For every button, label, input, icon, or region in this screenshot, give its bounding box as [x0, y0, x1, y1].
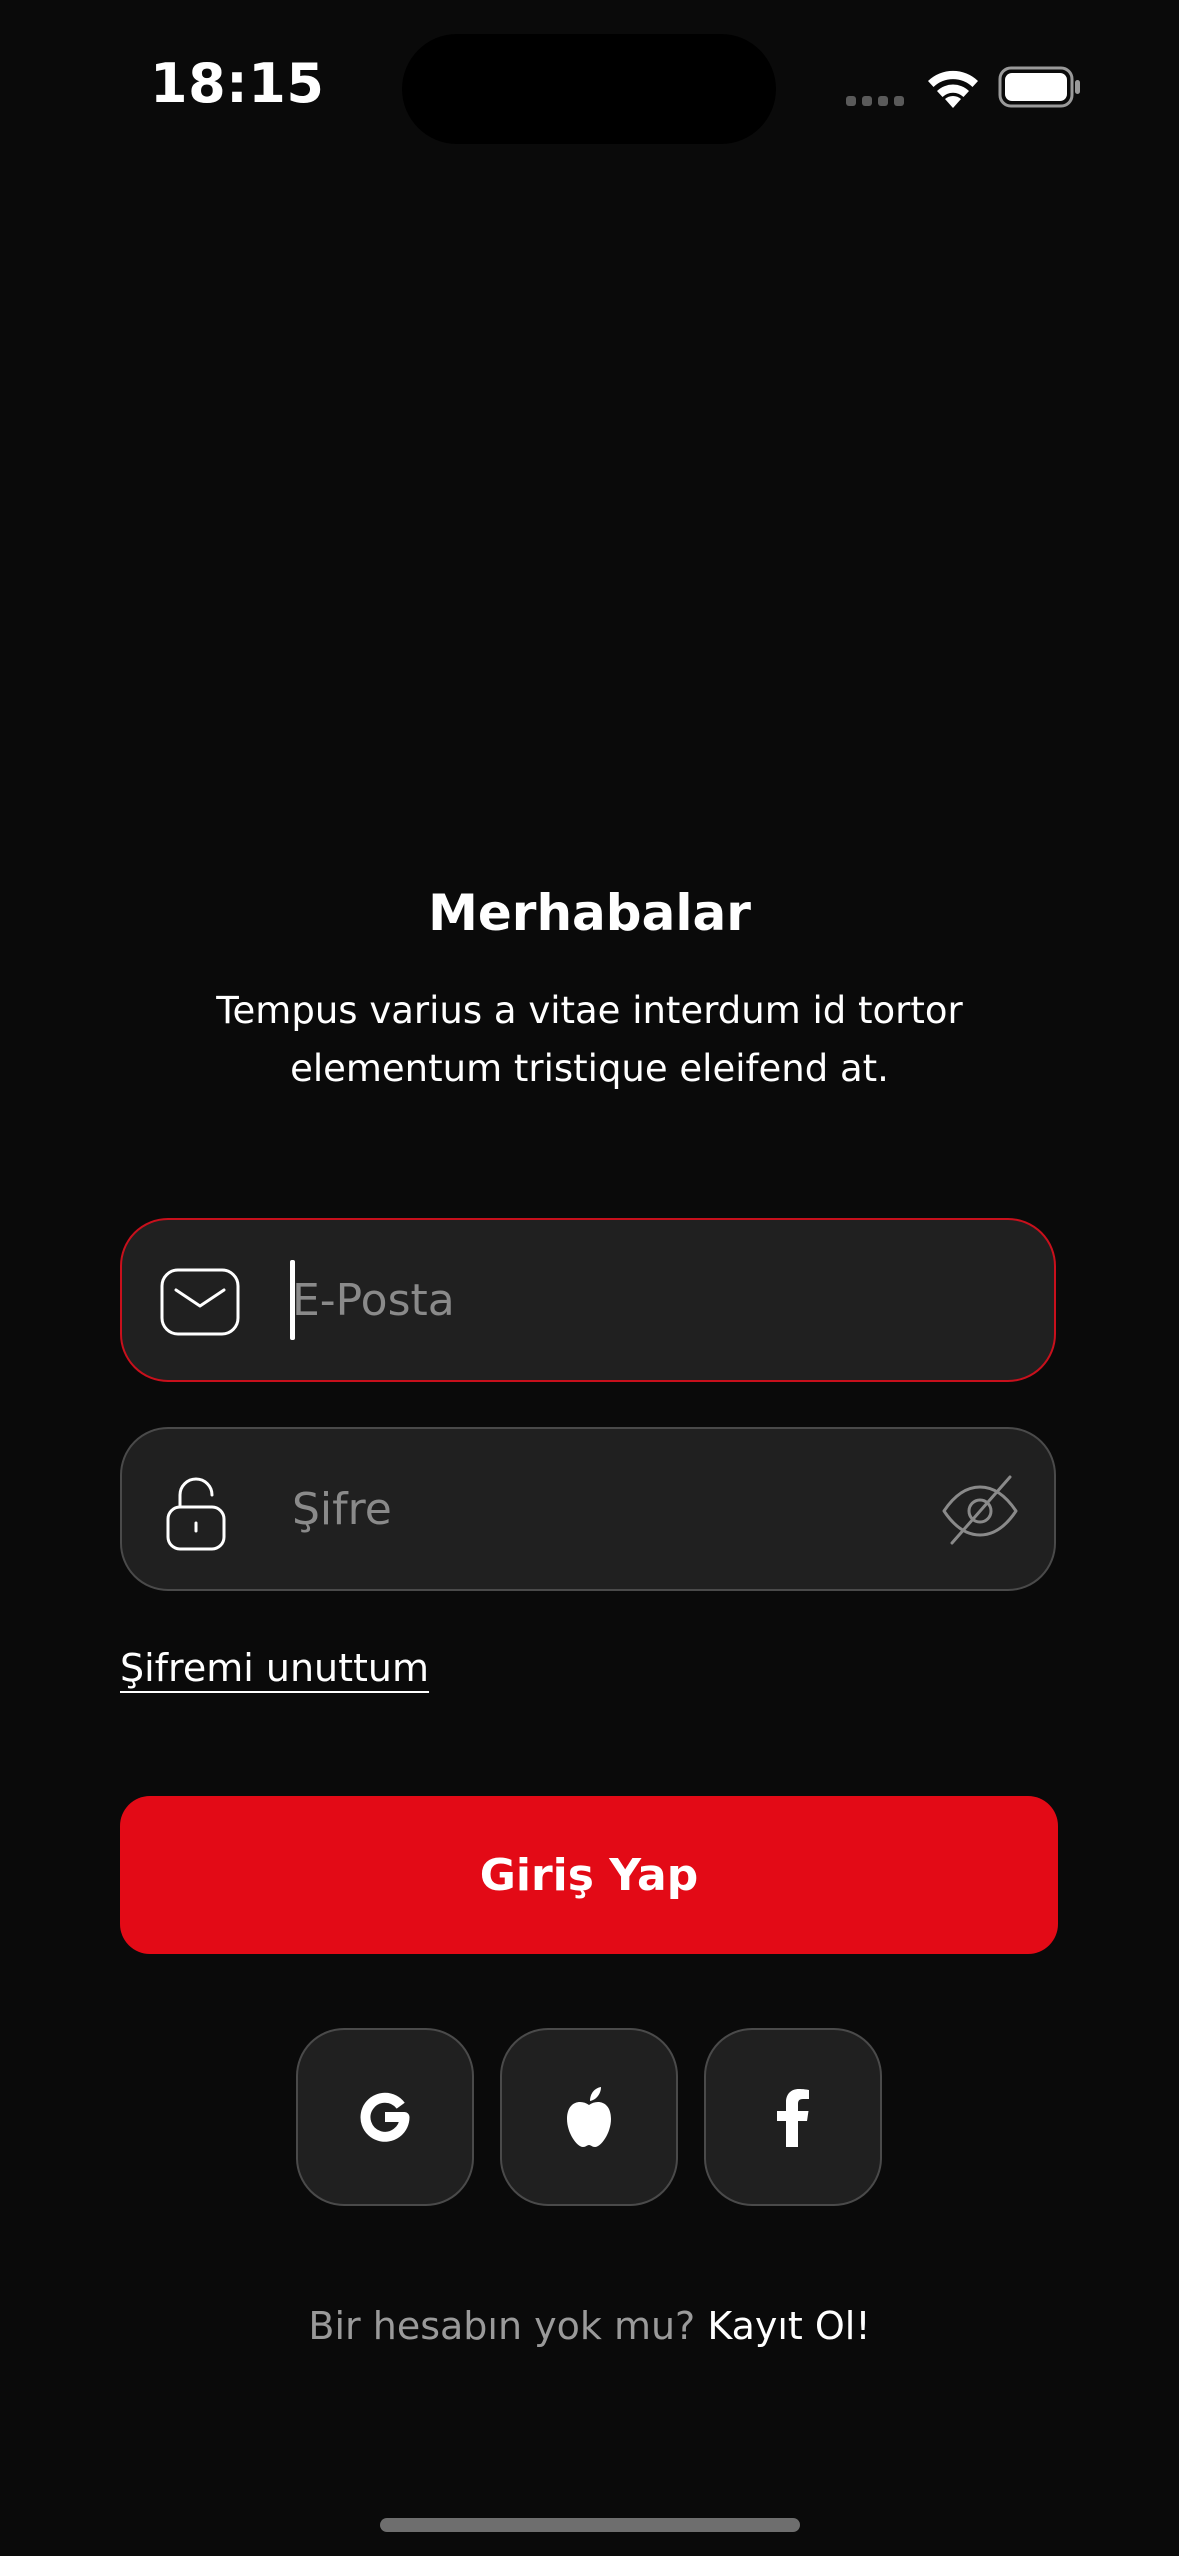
- welcome-subtitle: Tempus varius a vitae interdum id tortor…: [216, 989, 963, 1090]
- forgot-password-link[interactable]: Şifremi unuttum: [120, 1646, 429, 1690]
- email-input[interactable]: [282, 1250, 952, 1350]
- mail-icon: [160, 1268, 240, 1336]
- password-field[interactable]: [120, 1427, 1056, 1591]
- facebook-icon: [777, 2089, 809, 2147]
- status-bar: 18:15: [0, 0, 1179, 180]
- signal-icon: [846, 96, 904, 106]
- unlock-icon: [166, 1477, 226, 1551]
- battery-icon: [998, 66, 1080, 108]
- google-login-button[interactable]: [296, 2028, 474, 2206]
- password-input[interactable]: [282, 1459, 952, 1559]
- status-time: 18:15: [150, 52, 325, 115]
- apple-icon: [567, 2087, 611, 2147]
- google-icon: [360, 2092, 410, 2142]
- login-button[interactable]: Giriş Yap: [120, 1796, 1058, 1954]
- signup-line: Bir hesabın yok mu? Kayıt Ol!: [0, 2304, 1179, 2348]
- apple-login-button[interactable]: [500, 2028, 678, 2206]
- facebook-login-button[interactable]: [704, 2028, 882, 2206]
- dynamic-island: [402, 34, 776, 144]
- text-caret: [290, 1260, 295, 1340]
- signup-prompt: Bir hesabın yok mu?: [308, 2304, 696, 2348]
- signup-link[interactable]: Kayıt Ol!: [707, 2304, 870, 2348]
- wifi-icon: [928, 70, 978, 108]
- welcome-title: Merhabalar: [428, 884, 751, 942]
- home-indicator[interactable]: [380, 2518, 800, 2532]
- eye-off-icon[interactable]: [940, 1471, 1020, 1551]
- email-field[interactable]: [120, 1218, 1056, 1382]
